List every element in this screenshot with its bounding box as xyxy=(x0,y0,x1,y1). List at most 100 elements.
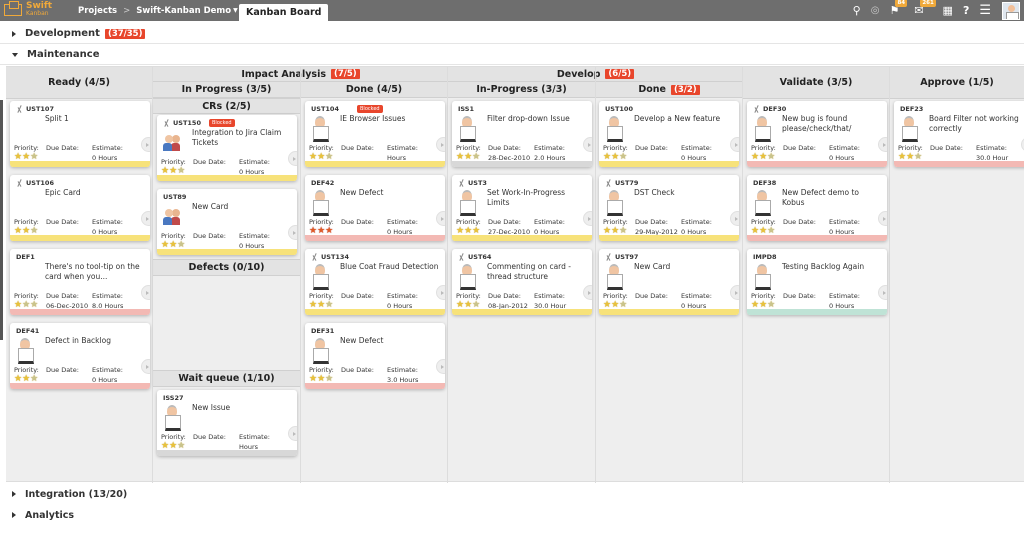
card-type-bar xyxy=(157,450,297,456)
expand-card-icon[interactable] xyxy=(878,137,887,152)
kanban-card[interactable]: DEF1 There's no tool-tip on the card whe… xyxy=(10,249,150,315)
kanban-card[interactable]: DEF38 New Defect demo to Kobus Priority:… xyxy=(747,175,887,241)
toolbar: ⚲ ◎ ⚑ 84 ✉ 261 ▦ ? ☰ xyxy=(848,0,1024,21)
expand-card-icon[interactable] xyxy=(288,151,297,166)
messages-icon[interactable]: ✉ 261 xyxy=(914,0,936,17)
card-title: New Defect xyxy=(340,188,384,197)
kanban-card[interactable]: ISS27 New Issue Priority: Due Date: Esti… xyxy=(157,390,297,456)
card-id[interactable]: UST150 xyxy=(173,119,201,127)
card-id[interactable]: IMPD8 xyxy=(753,253,777,261)
card-id[interactable]: UST64 xyxy=(468,253,491,261)
card-id[interactable]: UST89 xyxy=(163,193,186,201)
card-id-row: UST150 xyxy=(163,119,201,127)
kanban-card[interactable]: UST107 Split 1 Priority: Due Date: Estim… xyxy=(10,101,150,167)
apps-grid-icon[interactable]: ▦ xyxy=(943,4,953,17)
card-id[interactable]: DEF31 xyxy=(311,327,334,335)
expand-card-icon[interactable] xyxy=(141,359,150,374)
expand-card-icon[interactable] xyxy=(730,211,739,226)
expand-card-icon[interactable] xyxy=(730,137,739,152)
card-id[interactable]: UST100 xyxy=(605,105,633,113)
search-icon[interactable]: ⚲ xyxy=(853,4,861,17)
expand-card-icon[interactable] xyxy=(436,137,445,152)
card-id[interactable]: UST134 xyxy=(321,253,349,261)
kanban-card[interactable]: UST150 Blocked Integration to Jira Claim… xyxy=(157,115,297,181)
wip-exceeded-badge: (37/35) xyxy=(104,28,146,39)
kanban-card[interactable]: UST100 Develop a New feature Priority: D… xyxy=(599,101,739,167)
kanban-card[interactable]: UST64 Commenting on card - thread struct… xyxy=(452,249,592,315)
notification-flag-icon[interactable]: ⚑ 84 xyxy=(889,0,908,17)
card-id-row: ISS1 xyxy=(458,105,474,113)
kanban-card[interactable]: UST97 New Card Priority: Due Date: Estim… xyxy=(599,249,739,315)
swimlane-analytics[interactable]: Analytics xyxy=(0,505,1024,525)
card-id[interactable]: DEF38 xyxy=(753,179,776,187)
card-id-row: UST106 xyxy=(16,179,54,187)
due-date-label: Due Date: xyxy=(46,292,79,300)
expand-card-icon[interactable] xyxy=(288,426,297,441)
kanban-card[interactable]: UST79 DST Check Priority: Due Date: Esti… xyxy=(599,175,739,241)
expand-card-icon[interactable] xyxy=(436,211,445,226)
expand-card-icon[interactable] xyxy=(141,211,150,226)
breadcrumb-current[interactable]: Kanban Board xyxy=(239,4,329,21)
expand-card-icon[interactable] xyxy=(141,137,150,152)
kanban-card[interactable]: UST89 New Card Priority: Due Date: Estim… xyxy=(157,189,297,255)
breadcrumb-project[interactable]: Swift-Kanban Demo xyxy=(136,6,231,16)
expand-card-icon[interactable] xyxy=(878,211,887,226)
kanban-card[interactable]: DEF30 New bug is found please/check/that… xyxy=(747,101,887,167)
card-id-row: DEF42 xyxy=(311,179,334,187)
card-id[interactable]: UST97 xyxy=(615,253,638,261)
card-id[interactable]: UST107 xyxy=(26,105,54,113)
kanban-card[interactable]: UST134 Blue Coat Fraud Detection Priorit… xyxy=(305,249,445,315)
card-id[interactable]: UST104 xyxy=(311,105,339,113)
kanban-card[interactable]: DEF23 Board Filter not working correctly… xyxy=(894,101,1024,167)
kanban-card[interactable]: DEF31 New Defect Priority: Due Date: Est… xyxy=(305,323,445,389)
kanban-card[interactable]: DEF42 New Defect Priority: Due Date: Est… xyxy=(305,175,445,241)
assignee-avatar xyxy=(311,264,329,290)
card-id[interactable]: DEF42 xyxy=(311,179,334,187)
card-id[interactable]: DEF41 xyxy=(16,327,39,335)
logo-icon xyxy=(4,1,22,16)
logo[interactable]: Swift Kanban xyxy=(4,1,52,18)
expand-card-icon[interactable] xyxy=(583,285,592,300)
estimate-label: Estimate: xyxy=(534,144,565,152)
estimate-label: Estimate: xyxy=(239,232,270,240)
estimate-label: Estimate: xyxy=(92,144,123,152)
expand-card-icon[interactable] xyxy=(583,137,592,152)
card-id[interactable]: UST79 xyxy=(615,179,638,187)
kanban-card[interactable]: UST3 Set Work-In-Progress Limits Priorit… xyxy=(452,175,592,241)
chevron-down-icon[interactable]: ▼ xyxy=(233,7,238,14)
estimate-label: Estimate: xyxy=(681,218,712,226)
card-id[interactable]: DEF23 xyxy=(900,105,923,113)
card-id[interactable]: DEF1 xyxy=(16,253,35,261)
card-id-row: DEF31 xyxy=(311,327,334,335)
menu-icon[interactable]: ☰ xyxy=(979,3,991,18)
expand-card-icon[interactable] xyxy=(436,285,445,300)
card-id[interactable]: DEF30 xyxy=(763,105,786,113)
kanban-card[interactable]: UST106 Epic Card Priority: Due Date: Est… xyxy=(10,175,150,241)
expand-card-icon[interactable] xyxy=(730,285,739,300)
swimlane-integration[interactable]: Integration (13/20) xyxy=(0,484,1024,504)
breadcrumb-projects[interactable]: Projects xyxy=(78,6,117,16)
help-icon[interactable]: ? xyxy=(963,4,969,17)
swimlane-development[interactable]: Development (37/35) xyxy=(0,24,1024,44)
scroll-handle[interactable] xyxy=(0,100,3,340)
swimlane-maintenance[interactable]: Maintenance xyxy=(0,45,1024,65)
assignee-avatar xyxy=(311,338,329,364)
kanban-card[interactable]: DEF41 Defect in Backlog Priority: Due Da… xyxy=(10,323,150,389)
kanban-card[interactable]: IMPD8 Testing Backlog Again Priority: Du… xyxy=(747,249,887,315)
kanban-card[interactable]: ISS1 Filter drop-down Issue Priority: Du… xyxy=(452,101,592,167)
due-date-label: Due Date: xyxy=(930,144,963,152)
card-type-bar xyxy=(305,383,445,389)
kanban-card[interactable]: UST104 Blocked IE Browser Issues Priorit… xyxy=(305,101,445,167)
play-circle-icon[interactable]: ◎ xyxy=(871,5,880,16)
user-avatar[interactable] xyxy=(1002,1,1020,20)
expand-card-icon[interactable] xyxy=(878,285,887,300)
expand-card-icon[interactable] xyxy=(288,225,297,240)
assignee-avatar xyxy=(753,190,771,216)
expand-card-icon[interactable] xyxy=(141,285,150,300)
card-id[interactable]: UST106 xyxy=(26,179,54,187)
expand-card-icon[interactable] xyxy=(436,359,445,374)
card-id[interactable]: ISS1 xyxy=(458,105,474,113)
expand-card-icon[interactable] xyxy=(583,211,592,226)
card-id[interactable]: ISS27 xyxy=(163,394,184,402)
card-id[interactable]: UST3 xyxy=(468,179,487,187)
